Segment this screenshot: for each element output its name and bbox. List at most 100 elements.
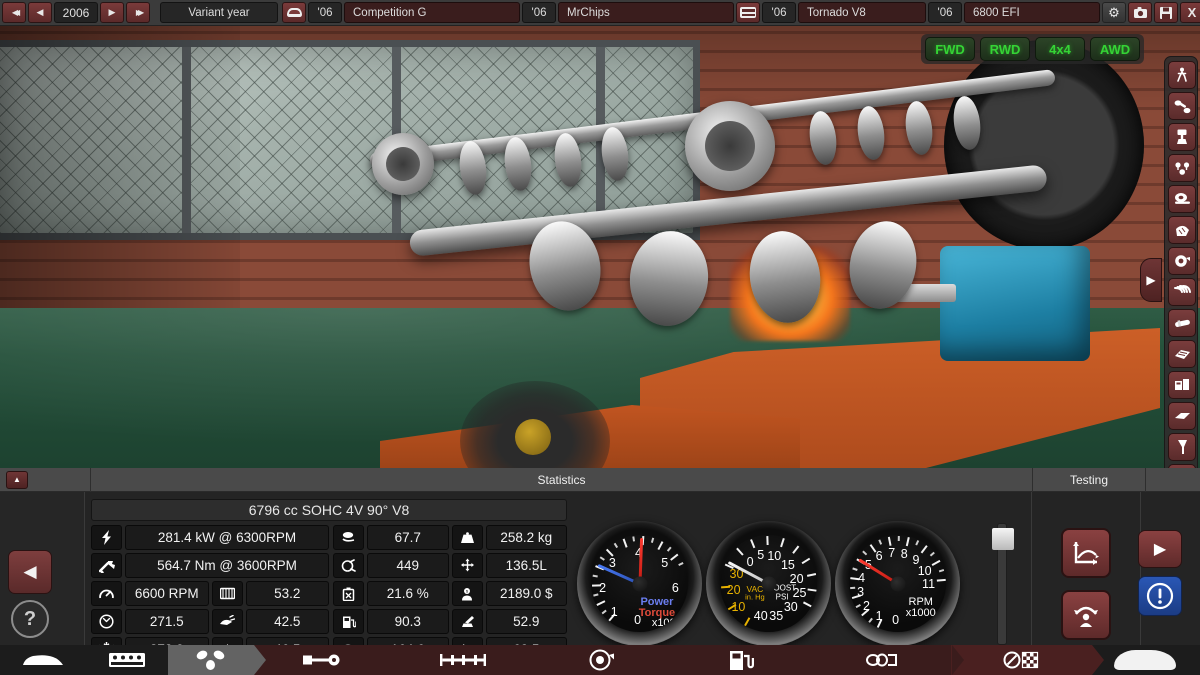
cylinder-head-icon — [1174, 223, 1191, 238]
engine-block-icon — [109, 652, 145, 668]
gear-icon: ⚙ — [1108, 6, 1120, 19]
save-button[interactable] — [1154, 2, 1178, 23]
close-button[interactable]: X — [1180, 2, 1200, 23]
nav-item-valvetrain[interactable] — [392, 645, 533, 675]
gauge3-multiplier-label: x1000 — [872, 607, 946, 619]
car-icon-button[interactable] — [282, 2, 306, 23]
gauge2-boost-unit-label: PSI — [776, 593, 789, 602]
bottom-panel: ▲ Statistics Testing ◀ ? 6796 cc SOHC 4V… — [0, 468, 1200, 675]
gauge3-tick-11: 11 — [922, 577, 935, 591]
car-year-field: '06 — [308, 2, 342, 23]
nav-item-quality[interactable] — [951, 645, 1092, 675]
screenshot-button[interactable] — [1128, 2, 1152, 23]
variant-year-small-field: '06 — [928, 2, 962, 23]
exhaust-icon — [1174, 410, 1191, 422]
timing-gear-large — [685, 101, 775, 191]
stat-responsiveness-value: 271.5 — [125, 609, 209, 634]
connecting-rod — [625, 227, 713, 330]
previous-variant-button[interactable] — [28, 2, 52, 23]
next-variant-button[interactable] — [100, 2, 124, 23]
nav-item-bottom-end[interactable] — [168, 645, 253, 675]
stat-service-cost-value: 21.6 % — [367, 581, 449, 606]
variant-year-field[interactable]: Variant year — [160, 2, 278, 23]
run-test-button[interactable]: ▶ — [1138, 530, 1182, 568]
car-name-field[interactable]: Competition G — [344, 2, 520, 23]
nav-item-piston-rod[interactable] — [253, 645, 394, 675]
power-curve-graph-button[interactable] — [1061, 528, 1111, 578]
gauge2-boost-40: 40 — [754, 609, 768, 623]
first-variant-button[interactable] — [2, 2, 26, 23]
flywheel-icon — [1174, 192, 1191, 206]
headers-icon — [1174, 285, 1191, 299]
dyno-test-button[interactable] — [1061, 590, 1111, 640]
engine-3d-viewport[interactable]: FWD RWD 4x4 AWD — [0, 26, 1200, 468]
rail-button-camshaft[interactable] — [1168, 309, 1196, 337]
rail-button-piston[interactable] — [1168, 123, 1196, 151]
drivetrain-4x4-button[interactable]: 4x4 — [1035, 37, 1085, 61]
rail-button-intake-manifold[interactable] — [1168, 340, 1196, 368]
stat-power-value: 281.4 kW @ 6300RPM — [125, 525, 329, 550]
stat-emissions-value: 42.5 — [246, 609, 330, 634]
stat-material-cost-value: 52.9 — [486, 609, 568, 634]
nav-item-fuel-system[interactable] — [672, 645, 813, 675]
engine-variant-field[interactable]: 6800 EFI — [964, 2, 1100, 23]
rail-button-headers[interactable] — [1168, 278, 1196, 306]
gauge2-vac-0: 0 — [747, 555, 754, 569]
trim-year-field: '06 — [522, 2, 556, 23]
drivetrain-awd-button[interactable]: AWD — [1090, 37, 1140, 61]
floppy-disk-icon — [1160, 7, 1172, 19]
rail-button-crankshaft[interactable] — [1168, 92, 1196, 120]
engine-icon-button[interactable] — [736, 2, 760, 23]
flywheel-hub — [515, 419, 551, 455]
rail-button-valves[interactable] — [1168, 154, 1196, 182]
settings-button[interactable]: ⚙ — [1102, 2, 1126, 23]
rail-button-turbocharger[interactable] — [1168, 247, 1196, 275]
fuel-system-icon — [729, 649, 755, 671]
nav-item-car-body[interactable] — [0, 645, 85, 675]
back-button[interactable]: ◀ — [8, 550, 52, 594]
collapse-panel-button[interactable]: ▲ — [6, 471, 28, 489]
trim-name-field[interactable]: MrChips — [558, 2, 734, 23]
cam-lobe — [903, 100, 935, 157]
rail-button-exhaust[interactable] — [1168, 402, 1196, 430]
gauge2-hub — [761, 576, 776, 591]
walking-figure-icon — [1174, 67, 1190, 83]
rail-button-muffler[interactable] — [1168, 433, 1196, 461]
engine-year-field: '06 — [762, 2, 796, 23]
cam-lobe — [855, 105, 887, 162]
gauge2-vac-20: 20 — [727, 583, 741, 597]
drivetrain-rwd-button[interactable]: RWD — [980, 37, 1030, 61]
exhaust-icon — [865, 652, 899, 668]
car-body-icon — [21, 652, 65, 668]
stat-weight-value: 258.2 kg — [486, 525, 568, 550]
stat-reliability-value: 449 — [367, 553, 449, 578]
gauge3-tick-3: 3 — [857, 585, 864, 599]
rail-button-fuel-system[interactable] — [1168, 371, 1196, 399]
tachometer-gauge-face: 0 1 2 3 4 5 6 7 8 9 10 11 RPM x1000 — [849, 535, 946, 632]
rail-button-cylinder-head[interactable] — [1168, 216, 1196, 244]
quality-slider-track[interactable] — [997, 523, 1007, 645]
warnings-button[interactable] — [1138, 576, 1182, 616]
last-variant-button[interactable] — [126, 2, 150, 23]
component-tool-rail — [1164, 56, 1198, 468]
rail-button-move-tool[interactable] — [1168, 464, 1196, 468]
drivetrain-fwd-button[interactable]: FWD — [925, 37, 975, 61]
valves-icon — [1174, 161, 1191, 176]
car-icon — [287, 8, 302, 17]
nav-item-car-summary[interactable] — [1091, 645, 1200, 675]
stat-row-redline: 6600 RPM 53.2 — [91, 581, 329, 606]
stat-row-responsiveness: 271.5 42.5 — [91, 609, 329, 634]
quality-slider-knob[interactable] — [992, 528, 1014, 550]
stat-row-fuel: 90.3 52.9 — [333, 609, 567, 634]
viewport-expand-button[interactable]: ▶ — [1140, 258, 1162, 302]
timing-gear-small — [368, 129, 437, 198]
rail-button-flywheel[interactable] — [1168, 185, 1196, 213]
help-button[interactable]: ? — [11, 600, 49, 638]
year-display[interactable]: 2006 — [54, 2, 98, 23]
engine-family-field[interactable]: Tornado V8 — [798, 2, 926, 23]
radiator-grille-icon — [212, 581, 243, 606]
rail-button-walking-figure[interactable] — [1168, 61, 1196, 89]
nav-item-exhaust[interactable] — [812, 645, 953, 675]
cam-lobe — [951, 95, 983, 152]
nav-item-turbo[interactable] — [532, 645, 673, 675]
